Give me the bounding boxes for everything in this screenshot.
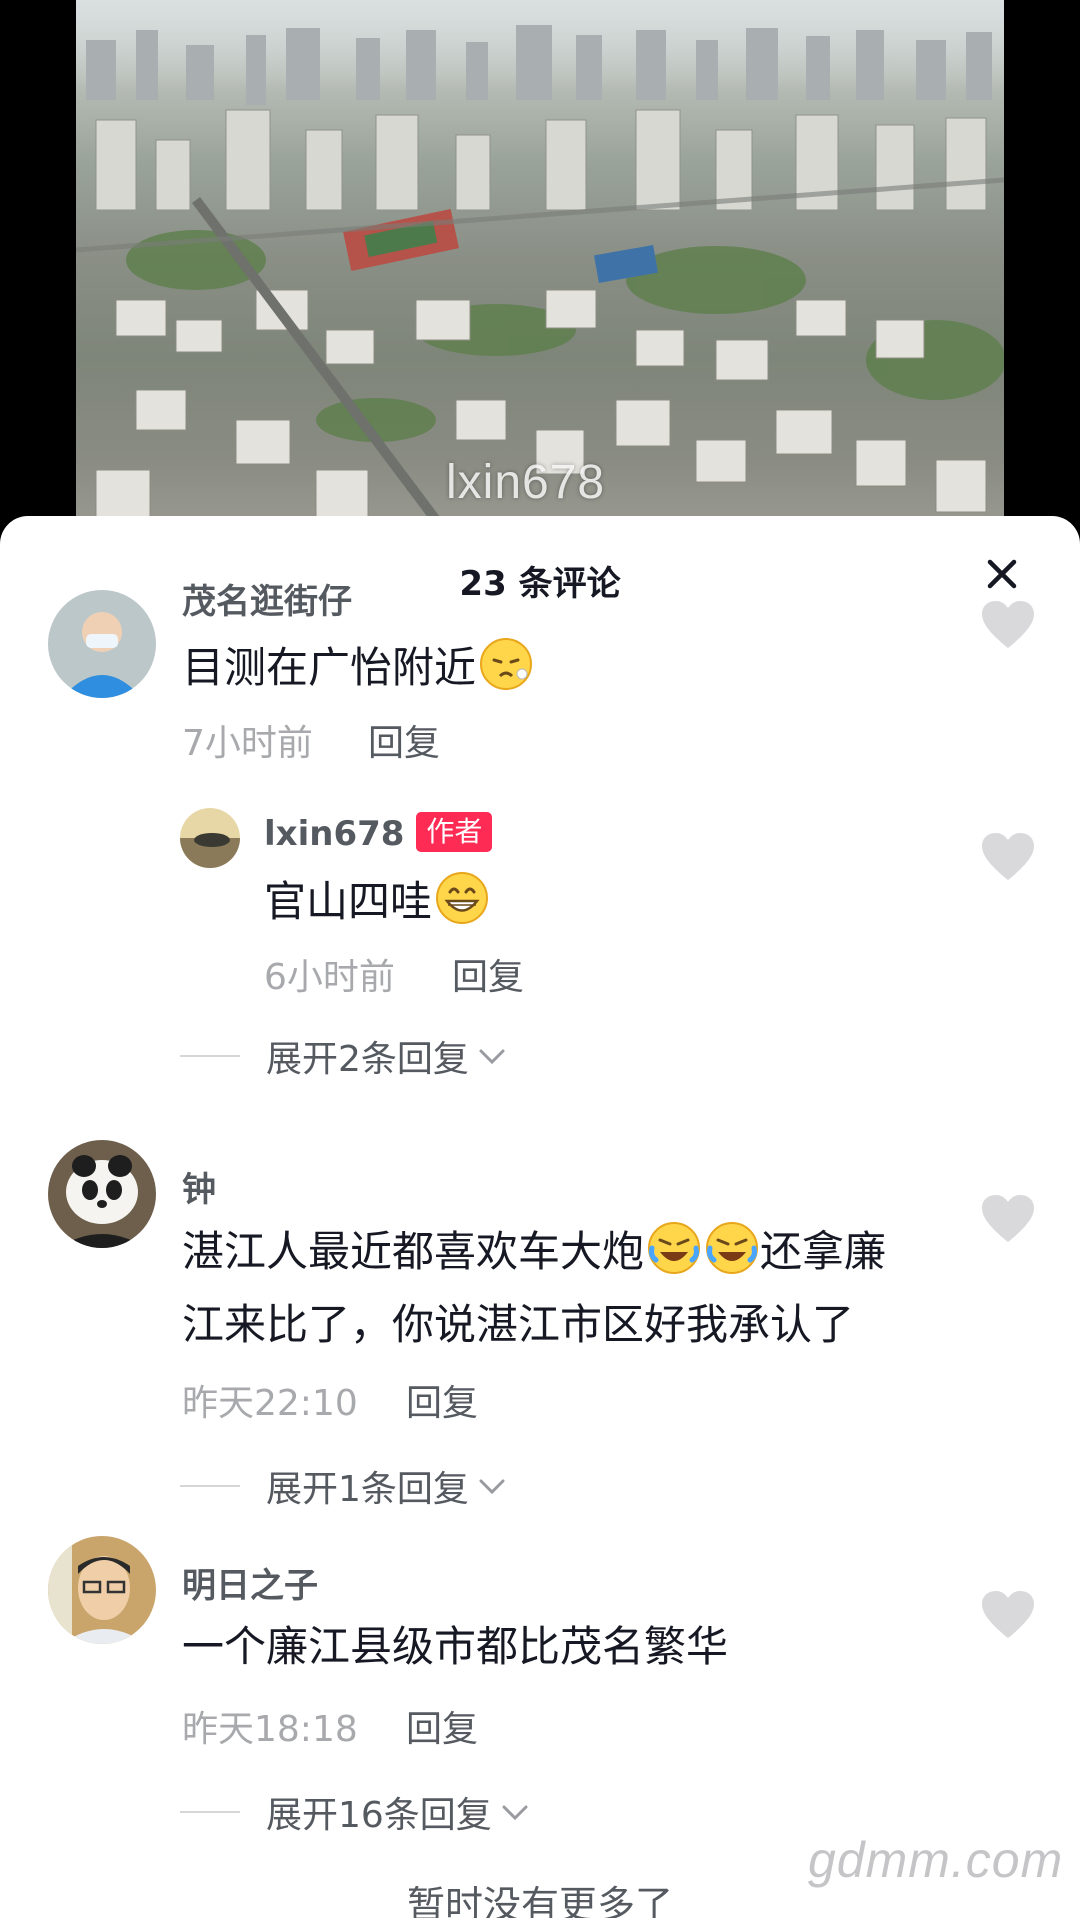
author-badge: 作者 (416, 812, 493, 852)
avatar[interactable] (48, 590, 156, 698)
rolling-laughing-icon (704, 1220, 760, 1276)
comment-text-content: 目测在广怡附近 (182, 643, 477, 692)
heart-icon (982, 601, 1034, 648)
username[interactable]: lxin678 作者 (264, 812, 493, 854)
heart-icon (982, 1195, 1034, 1242)
like-button[interactable] (980, 600, 1036, 650)
video-watermark: lxin678 (446, 456, 606, 509)
reply-button[interactable]: 回复 (368, 714, 440, 766)
comment-time: 昨天18:18 (182, 1709, 358, 1750)
rolling-laughing-icon (646, 1220, 702, 1276)
comment-text: 湛江人最近都喜欢车大炮 还拿廉 (182, 1220, 886, 1283)
reply-button[interactable]: 回复 (406, 1700, 478, 1752)
heart-icon (982, 1591, 1034, 1638)
comment-item: 钟 湛江人最近都喜欢车大炮 还拿廉 江来比了，你说湛江市区好我承认了 昨天22:1… (0, 1140, 1080, 1510)
comment-count-title: 23 条评论 (459, 564, 621, 604)
comment-text-content: 还拿廉 (760, 1227, 887, 1276)
no-more-comments: 暂时没有更多了 (406, 1883, 673, 1918)
heart-icon (982, 833, 1034, 880)
chevron-down-icon (479, 1049, 505, 1065)
reply-button[interactable]: 回复 (452, 948, 524, 1000)
close-icon (987, 559, 1017, 589)
reply-item: lxin678 作者 官山四哇 6小时前 回复 展开2条回复 (0, 808, 1080, 1080)
comment-text: 一个廉江县级市都比茂名繁华 (182, 1622, 729, 1671)
comment-item: 茂名逛街仔 目测在广怡附近 7小时前 回复 (0, 582, 1080, 770)
comment-text: 官山四哇 (264, 870, 490, 933)
comment-time: 6小时前 (264, 957, 395, 998)
comment-text-line2: 江来比了，你说湛江市区好我承认了 (182, 1300, 855, 1349)
expand-label: 展开2条回复 (266, 1039, 469, 1080)
comment-text-content: 官山四哇 (264, 877, 433, 926)
video-player[interactable]: lxin678 (76, 0, 1004, 540)
close-button[interactable] (978, 550, 1026, 598)
comment-text-content: 湛江人最近都喜欢车大炮 (182, 1227, 645, 1276)
reply-button[interactable]: 回复 (406, 1374, 478, 1426)
comment-time: 7小时前 (182, 723, 313, 764)
comment-time: 昨天22:10 (182, 1383, 358, 1424)
username[interactable]: 钟 (182, 1162, 216, 1211)
comment-sheet: 23 条评论 茂名逛街仔 目测在广怡附近 7小时前 回复 lxin678 作者 … (0, 516, 1080, 1918)
like-button[interactable] (980, 1590, 1036, 1640)
divider-line (180, 1811, 240, 1813)
avatar[interactable] (180, 808, 240, 868)
like-button[interactable] (980, 832, 1036, 882)
sneeze-face-icon (478, 636, 534, 692)
avatar[interactable] (48, 1140, 156, 1248)
divider-line (180, 1485, 240, 1487)
comment-text: 目测在广怡附近 (182, 636, 534, 699)
username-text: lxin678 (264, 814, 405, 854)
username[interactable]: 茂名逛街仔 (182, 574, 352, 623)
expand-label: 展开16条回复 (266, 1795, 492, 1836)
username[interactable]: 明日之子 (182, 1558, 318, 1607)
expand-label: 展开1条回复 (266, 1469, 469, 1510)
chevron-down-icon (502, 1805, 528, 1821)
comment-item: 明日之子 一个廉江县级市都比茂名繁华 昨天18:18 回复 展开16条回复 (0, 1536, 1080, 1836)
grinning-face-icon (434, 870, 490, 926)
chevron-down-icon (479, 1479, 505, 1495)
avatar[interactable] (48, 1536, 156, 1644)
like-button[interactable] (980, 1194, 1036, 1244)
divider-line (180, 1055, 240, 1057)
